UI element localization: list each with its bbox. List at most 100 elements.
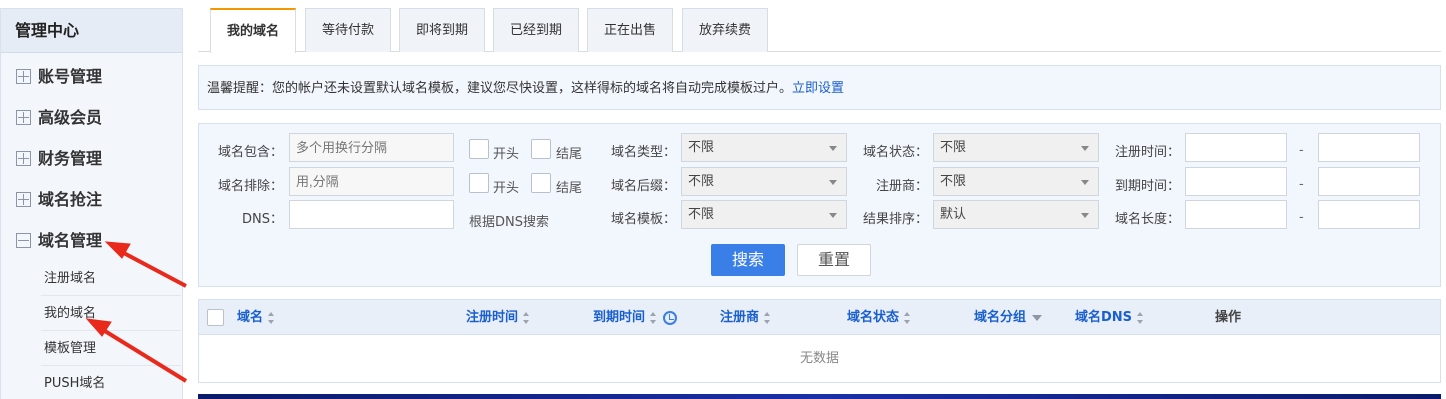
tab-bar: 我的域名 等待付款 即将到期 已经到期 正在出售 放弃续费: [198, 8, 1441, 53]
search-button[interactable]: 搜索: [711, 244, 785, 276]
length-min-input[interactable]: [1185, 200, 1287, 229]
exclude-input[interactable]: [289, 167, 454, 196]
clock-icon[interactable]: [663, 310, 678, 325]
expand-icon: [16, 110, 31, 125]
exp-time-end-input[interactable]: [1318, 167, 1420, 196]
expand-icon: [16, 192, 31, 207]
status-select[interactable]: 不限: [933, 133, 1099, 162]
ends-with-label: 结尾: [556, 147, 583, 162]
tab-awaiting-payment[interactable]: 等待付款: [305, 8, 391, 52]
sort-select-value: 默认: [940, 207, 967, 222]
tab-abandon-renewal[interactable]: 放弃续费: [682, 8, 768, 52]
reg-time-start-input[interactable]: [1185, 133, 1287, 162]
starts-with-label: 开头: [493, 147, 520, 162]
notice-text: 温馨提醒：您的帐户还未设置默认域名模板，建议您尽快设置，这样得标的域名将自动完成…: [207, 81, 793, 96]
length-max-input[interactable]: [1318, 200, 1420, 229]
sidebar-item-finance[interactable]: 财务管理: [1, 138, 182, 179]
suffix-select[interactable]: 不限: [681, 167, 847, 196]
exclude-ends-with-label: 结尾: [556, 181, 583, 196]
set-now-link[interactable]: 立即设置: [792, 81, 844, 96]
sort-icon: [764, 311, 771, 324]
reg-time-label: 注册时间：: [1114, 145, 1180, 160]
column-exp-time[interactable]: 到期时间: [593, 300, 678, 335]
tab-expiring-soon[interactable]: 即将到期: [399, 8, 485, 52]
column-label: 域名DNS: [1075, 310, 1133, 325]
chevron-down-icon: [1081, 180, 1089, 185]
registrar-label: 注册商：: [875, 179, 928, 194]
sort-icon: [650, 311, 657, 324]
tab-my-domains[interactable]: 我的域名: [210, 8, 296, 53]
column-registrar[interactable]: 注册商: [720, 300, 771, 335]
dns-label: DNS：: [242, 212, 283, 227]
empty-message: 无数据: [799, 351, 839, 366]
exclude-starts-with-checkbox[interactable]: [469, 173, 489, 193]
tab-on-sale[interactable]: 正在出售: [587, 8, 673, 52]
sidebar-item-domain-manage[interactable]: 域名管理: [1, 220, 182, 261]
column-group[interactable]: 域名分组: [974, 300, 1043, 335]
exclude-starts-with-label: 开头: [493, 181, 520, 196]
sort-icon: [904, 311, 911, 324]
template-select[interactable]: 不限: [681, 200, 847, 229]
sidebar-subitem-push-domain[interactable]: PUSH域名: [41, 366, 181, 399]
sidebar-item-vip[interactable]: 高级会员: [1, 97, 182, 138]
type-select[interactable]: 不限: [681, 133, 847, 162]
chevron-down-icon: [829, 146, 837, 151]
template-label: 域名模板：: [610, 212, 676, 227]
length-label: 域名长度：: [1114, 212, 1180, 227]
range-separator: -: [1299, 210, 1304, 225]
sidebar-subitem-my-domains[interactable]: 我的域名: [41, 296, 181, 331]
column-domain[interactable]: 域名: [237, 300, 275, 335]
sidebar: 管理中心 账号管理 高级会员 财务管理 域名抢注 域名管理 注册域名 我的域名 …: [0, 8, 183, 399]
column-label: 域名状态: [847, 310, 900, 325]
chevron-down-icon: [829, 213, 837, 218]
column-label: 域名: [237, 310, 264, 325]
column-label: 到期时间: [593, 310, 646, 325]
sort-select[interactable]: 默认: [933, 200, 1099, 229]
type-select-value: 不限: [688, 140, 715, 155]
starts-with-checkbox[interactable]: [469, 139, 489, 159]
tab-expired[interactable]: 已经到期: [493, 8, 579, 52]
dropdown-icon: [1032, 314, 1043, 321]
column-reg-time[interactable]: 注册时间: [466, 300, 530, 335]
dns-input[interactable]: [289, 200, 454, 229]
sidebar-item-label: 域名抢注: [38, 190, 103, 209]
sort-icon: [523, 311, 530, 324]
column-actions: 操作: [1215, 310, 1242, 325]
sidebar-subitem-template-manage[interactable]: 模板管理: [41, 331, 181, 366]
bottom-banner-strip: [198, 394, 1441, 399]
sidebar-subitem-register-domain[interactable]: 注册域名: [41, 261, 181, 296]
collapse-icon: [16, 233, 31, 248]
sidebar-item-label: 财务管理: [38, 149, 103, 168]
notice-banner: 温馨提醒：您的帐户还未设置默认域名模板，建议您尽快设置，这样得标的域名将自动完成…: [198, 65, 1441, 110]
registrar-select[interactable]: 不限: [933, 167, 1099, 196]
sidebar-item-domain-snatch[interactable]: 域名抢注: [1, 179, 182, 220]
chevron-down-icon: [829, 180, 837, 185]
chevron-down-icon: [1081, 146, 1089, 151]
suffix-label: 域名后缀：: [610, 179, 676, 194]
contains-input[interactable]: [289, 133, 454, 162]
range-separator: -: [1299, 177, 1304, 192]
column-dns[interactable]: 域名DNS: [1075, 300, 1144, 335]
chevron-down-icon: [1081, 213, 1089, 218]
reg-time-end-input[interactable]: [1318, 133, 1420, 162]
sort-icon: [268, 311, 275, 324]
expand-icon: [16, 69, 31, 84]
sidebar-item-label: 域名管理: [38, 231, 103, 250]
contains-label: 域名包含：: [217, 145, 283, 160]
registrar-select-value: 不限: [940, 174, 967, 189]
column-status[interactable]: 域名状态: [847, 300, 911, 335]
exp-time-start-input[interactable]: [1185, 167, 1287, 196]
status-label: 域名状态：: [862, 145, 928, 160]
domain-table: 域名 注册时间 到期时间 注册商 域名状态 域名分组 域名DNS 操作 无数据: [198, 299, 1441, 383]
ends-with-checkbox[interactable]: [531, 139, 551, 159]
dns-search-text: 根据DNS搜索: [469, 215, 549, 230]
exclude-ends-with-checkbox[interactable]: [531, 173, 551, 193]
exclude-label: 域名排除：: [217, 179, 283, 194]
sidebar-item-account[interactable]: 账号管理: [1, 56, 182, 97]
select-all-checkbox[interactable]: [207, 309, 224, 326]
reset-button[interactable]: 重置: [797, 244, 871, 276]
suffix-select-value: 不限: [688, 174, 715, 189]
sidebar-item-label: 账号管理: [38, 67, 103, 86]
sidebar-title: 管理中心: [1, 9, 182, 53]
column-label: 注册商: [720, 310, 760, 325]
